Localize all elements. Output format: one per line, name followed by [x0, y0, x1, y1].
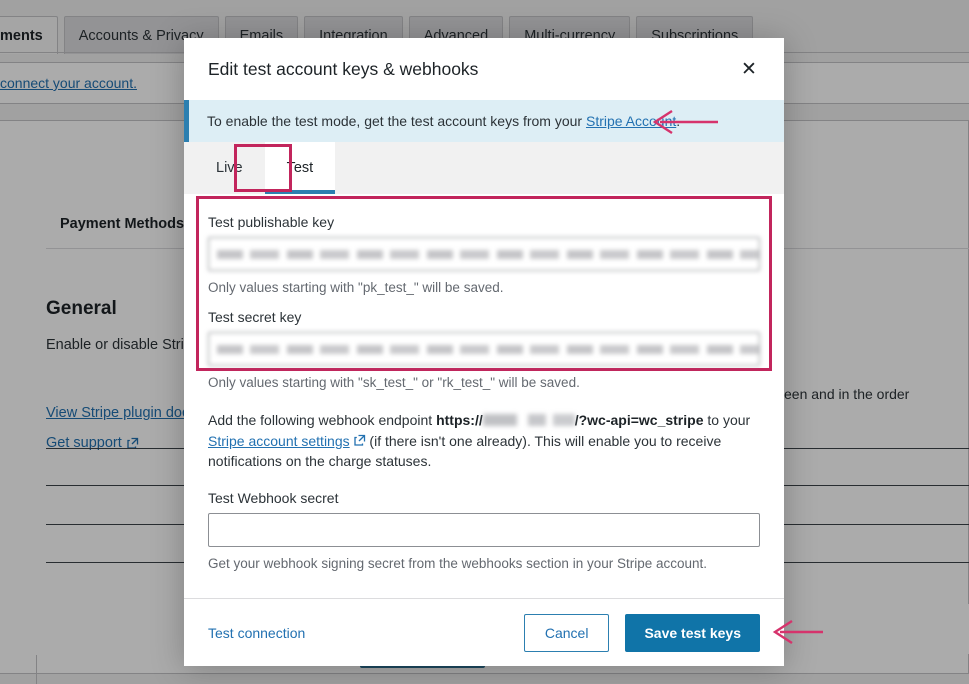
publishable-key-input[interactable] — [208, 237, 760, 271]
webhook-url-prefix: https:// — [436, 412, 483, 428]
background-general-heading: General — [46, 298, 117, 319]
test-mode-banner: To enable the test mode, get the test ac… — [184, 100, 784, 142]
edit-test-keys-modal: Edit test account keys & webhooks ✕ To e… — [184, 38, 784, 666]
webhook-secret-hint: Get your webhook signing secret from the… — [208, 555, 708, 571]
webhook-para-part2: to your — [703, 412, 751, 428]
modal-title: Edit test account keys & webhooks — [208, 58, 479, 79]
banner-text-before: To enable the test mode, get the test ac… — [207, 113, 586, 129]
banner-text-after: . — [676, 113, 681, 129]
test-connection-button[interactable]: Test connection — [208, 625, 305, 641]
modal-body: Test publishable key Only values startin… — [184, 194, 784, 598]
modal-header: Edit test account keys & webhooks ✕ — [184, 38, 784, 100]
tab-payments[interactable]: ments — [0, 16, 58, 54]
background-link-stripe-docs[interactable]: View Stripe plugin docs — [46, 405, 196, 421]
webhook-endpoint-paragraph: Add the following webhook endpoint https… — [208, 410, 760, 472]
webhook-url-redacted-host — [482, 414, 575, 426]
publishable-key-hint: Only values starting with "pk_test_" wil… — [208, 280, 504, 295]
close-icon[interactable]: ✕ — [736, 56, 762, 82]
footer-actions: Cancel Save test keys — [523, 613, 760, 652]
modal-mode-tabs: Live Test — [184, 142, 784, 194]
webhook-secret-label: Test Webhook secret — [208, 489, 339, 506]
background-vertical-rule — [36, 655, 37, 684]
webhook-para-part1: Add the following webhook endpoint — [208, 412, 437, 428]
webhook-url-suffix: /?wc-api=wc_stripe — [574, 412, 704, 428]
cancel-button[interactable]: Cancel — [523, 613, 610, 652]
background-payment-methods-title: Payment Methods — [60, 216, 185, 232]
modal-tab-live[interactable]: Live — [194, 142, 265, 194]
secret-key-hint: Only values starting with "sk_test_" or … — [208, 375, 580, 390]
webhook-secret-input[interactable] — [208, 512, 760, 547]
secret-key-input[interactable] — [208, 332, 760, 366]
banner-stripe-account-link[interactable]: Stripe Account — [586, 113, 676, 129]
modal-footer: Test connection Cancel Save test keys — [184, 598, 784, 666]
save-test-keys-button[interactable]: Save test keys — [625, 613, 760, 652]
publishable-key-label: Test publishable key — [208, 214, 335, 230]
modal-tab-test[interactable]: Test — [264, 142, 336, 194]
background-notice-link[interactable]: connect your account. — [0, 75, 137, 91]
stripe-account-settings-link[interactable]: Stripe account settings — [208, 433, 350, 449]
screen-root: Payment Methods General Enable or disabl… — [0, 0, 969, 684]
external-link-icon — [353, 434, 365, 446]
secret-key-label: Test secret key — [208, 309, 302, 325]
